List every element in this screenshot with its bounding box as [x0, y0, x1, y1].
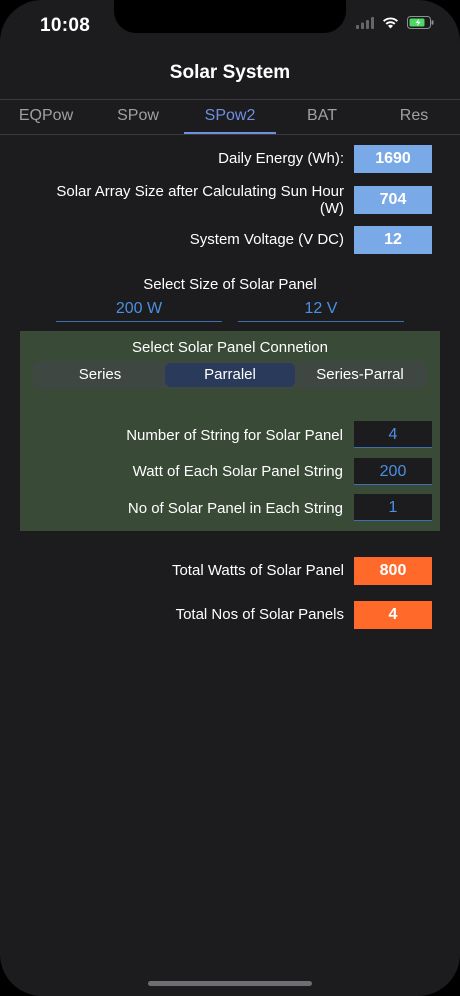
- total-panels-label: Total Nos of Solar Panels: [175, 606, 344, 623]
- status-bar: 10:08: [0, 0, 460, 50]
- total-panels-value: 4: [354, 601, 432, 629]
- tab-bar: EQPow SPow SPow2 BAT Res: [0, 100, 460, 134]
- tab-eqpow[interactable]: EQPow: [0, 100, 92, 134]
- status-time: 10:08: [40, 15, 91, 36]
- battery-icon: [407, 16, 434, 29]
- tab-bat[interactable]: BAT: [276, 100, 368, 134]
- array-size-label: Solar Array Size after Calculating Sun H…: [56, 183, 344, 217]
- panel-watt-picker[interactable]: 200 W: [56, 298, 222, 322]
- watt-each-input[interactable]: 200: [354, 458, 432, 485]
- panel-volt-picker[interactable]: 12 V: [238, 298, 404, 322]
- segment-parralel[interactable]: Parralel: [165, 363, 295, 387]
- tab-spow2[interactable]: SPow2: [184, 100, 276, 134]
- strings-label: Number of String for Solar Panel: [126, 427, 343, 444]
- signal-icon: [356, 16, 374, 29]
- panels-each-input[interactable]: 1: [354, 494, 432, 521]
- panel-size-title: Select Size of Solar Panel: [143, 276, 317, 293]
- app-screen: 10:08 Solar System EQPow SPow SPow2 BAT …: [0, 0, 460, 996]
- connection-panel: Select Solar Panel Connetion Series Parr…: [20, 331, 440, 531]
- wifi-icon: [383, 16, 398, 28]
- watt-each-label: Watt of Each Solar Panel String: [132, 463, 343, 480]
- tab-spow[interactable]: SPow: [92, 100, 184, 134]
- connection-segmented-control: Series Parralel Series-Parral: [33, 361, 427, 389]
- status-icons: [356, 16, 434, 29]
- panels-each-label: No of Solar Panel in Each String: [127, 500, 343, 517]
- strings-input[interactable]: 4: [354, 421, 432, 448]
- connection-title: Select Solar Panel Connetion: [132, 339, 328, 356]
- tabs-divider: [0, 134, 460, 135]
- total-watts-label: Total Watts of Solar Panel: [171, 562, 344, 579]
- array-size-label-line2: (W): [319, 200, 344, 217]
- daily-energy-value: 1690: [354, 145, 432, 173]
- tab-res[interactable]: Res: [368, 100, 460, 134]
- array-size-label-line1: Solar Array Size after Calculating Sun H…: [56, 183, 344, 200]
- system-voltage-label: System Voltage (V DC): [189, 231, 344, 248]
- device-notch: [114, 0, 346, 33]
- page-title: Solar System: [169, 62, 291, 83]
- daily-energy-label: Daily Energy (Wh):: [218, 150, 344, 167]
- array-size-value: 704: [354, 186, 432, 214]
- segment-series[interactable]: Series: [35, 363, 165, 387]
- total-watts-value: 800: [354, 557, 432, 585]
- system-voltage-value: 12: [354, 226, 432, 254]
- segment-series-parral[interactable]: Series-Parral: [295, 363, 425, 387]
- home-indicator[interactable]: [148, 981, 312, 986]
